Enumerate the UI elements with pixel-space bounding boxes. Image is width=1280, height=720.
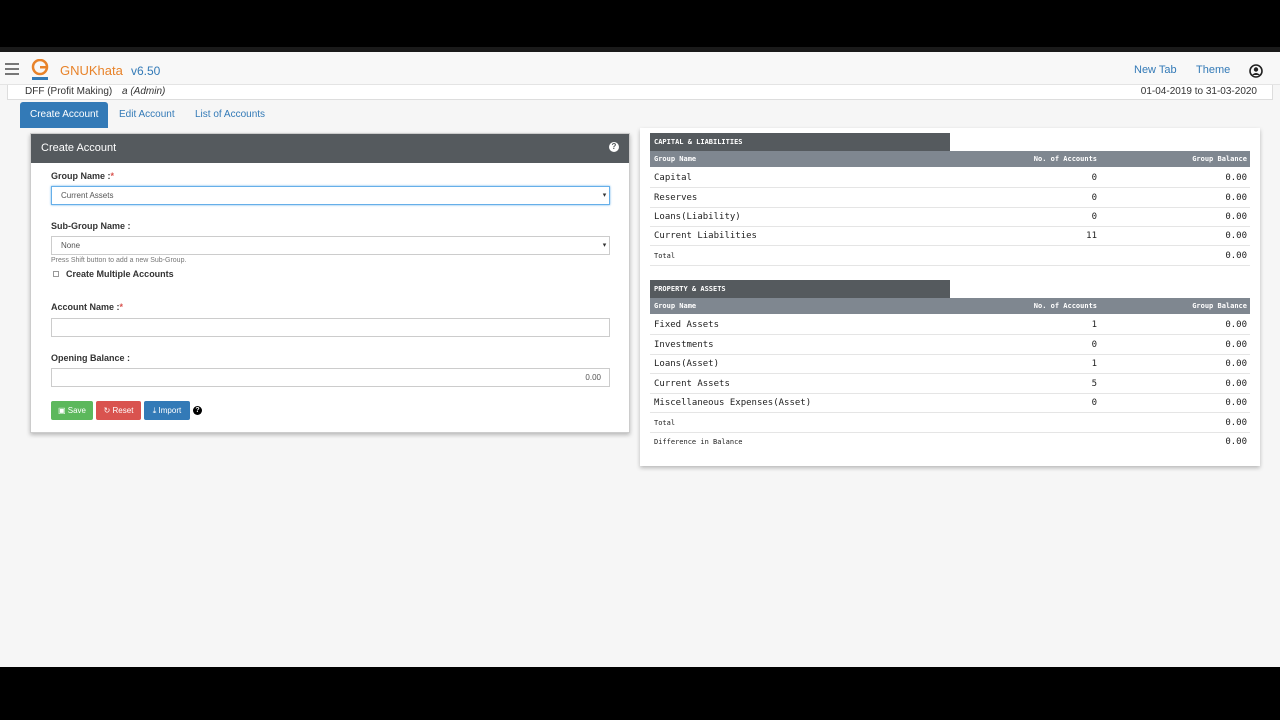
table-row: Fixed Assets 1 0.00 [650, 316, 1250, 335]
assets-header-row: Group Name No. of Accounts Group Balance [650, 298, 1250, 314]
user-icon[interactable] [1249, 64, 1263, 78]
opening-balance-label: Opening Balance : [51, 353, 131, 363]
app-version: v6.50 [131, 64, 161, 78]
liabilities-title: CAPITAL & LIABILITIES [650, 133, 950, 151]
help-icon[interactable]: ? [609, 142, 619, 152]
total-row: Total 0.00 [650, 247, 1250, 266]
app-window: GNUKhata v6.50 New Tab Theme DFF (Profit… [0, 52, 1280, 667]
account-name-input[interactable] [51, 318, 610, 337]
panel-header: Create Account ? [31, 134, 629, 163]
column-header: No. of Accounts [1033, 302, 1097, 310]
save-button[interactable]: ▣ Save [51, 401, 93, 420]
table-row: Loans(Asset) 1 0.00 [650, 355, 1250, 374]
theme-link[interactable]: Theme [1196, 64, 1230, 76]
column-header: Group Balance [1192, 155, 1247, 163]
tab-create-account[interactable]: Create Account [20, 102, 109, 128]
tab-edit-account[interactable]: Edit Account [109, 102, 185, 128]
assets-title: PROPERTY & ASSETS [650, 280, 950, 298]
subgroup-hint: Press Shift button to add a new Sub-Grou… [51, 257, 187, 264]
table-row: Miscellaneous Expenses(Asset) 0 0.00 [650, 394, 1250, 413]
column-header: No. of Accounts [1033, 155, 1097, 163]
balance-summary-panel: CAPITAL & LIABILITIES Group Name No. of … [640, 128, 1260, 466]
create-account-panel: Create Account ? Group Name :* Current A… [30, 133, 630, 433]
import-button[interactable]: ⤓ Import [144, 401, 190, 420]
table-row: Current Liabilities 11 0.00 [650, 227, 1250, 246]
import-help-icon[interactable]: ? [193, 406, 202, 415]
table-row: Reserves 0 0.00 [650, 189, 1250, 208]
tab-list-of-accounts[interactable]: List of Accounts [185, 102, 275, 128]
chevron-down-icon: ▾ [602, 242, 607, 249]
new-tab-link[interactable]: New Tab [1134, 64, 1177, 76]
column-header: Group Name [654, 302, 697, 310]
create-multiple-label: Create Multiple Accounts [66, 269, 174, 279]
chevron-down-icon: ▾ [602, 192, 607, 199]
navbar: GNUKhata v6.50 New Tab Theme [0, 52, 1280, 85]
app-brand[interactable]: GNUKhata [60, 63, 123, 78]
subgroup-name-label: Sub-Group Name : [51, 221, 131, 231]
difference-row: Difference in Balance 0.00 [654, 437, 1247, 447]
menu-icon[interactable] [5, 63, 19, 75]
org-info-bar: DFF (Profit Making) a (Admin) 01-04-2019… [7, 85, 1273, 100]
liabilities-header-row: Group Name No. of Accounts Group Balance [650, 151, 1250, 167]
table-row: Loans(Liability) 0 0.00 [650, 208, 1250, 227]
table-row: Investments 0 0.00 [650, 336, 1250, 355]
financial-year: 01-04-2019 to 31-03-2020 [1140, 86, 1257, 97]
subgroup-name-select[interactable]: None ▾ [51, 236, 610, 255]
column-header: Group Name [654, 155, 697, 163]
group-name-select[interactable]: Current Assets ▾ [51, 186, 610, 205]
create-multiple-checkbox[interactable] [53, 271, 59, 277]
account-name-label: Account Name :* [51, 302, 124, 312]
save-icon: ▣ [57, 406, 68, 415]
reset-button[interactable]: ↻ Reset [96, 401, 141, 420]
table-row: Current Assets 5 0.00 [650, 375, 1250, 394]
opening-balance-input[interactable]: 0.00 [51, 368, 610, 387]
table-row: Capital 0 0.00 [650, 169, 1250, 188]
user-role: a (Admin) [122, 86, 166, 97]
column-header: Group Balance [1192, 302, 1247, 310]
panel-title: Create Account [41, 142, 117, 154]
group-name-label: Group Name :* [51, 171, 115, 181]
refresh-icon: ↻ [103, 406, 113, 415]
total-row: Total 0.00 [650, 414, 1250, 433]
org-name: DFF (Profit Making) [25, 86, 113, 97]
browser-top-strip [0, 0, 1280, 52]
gnukhata-logo-icon [31, 59, 49, 80]
